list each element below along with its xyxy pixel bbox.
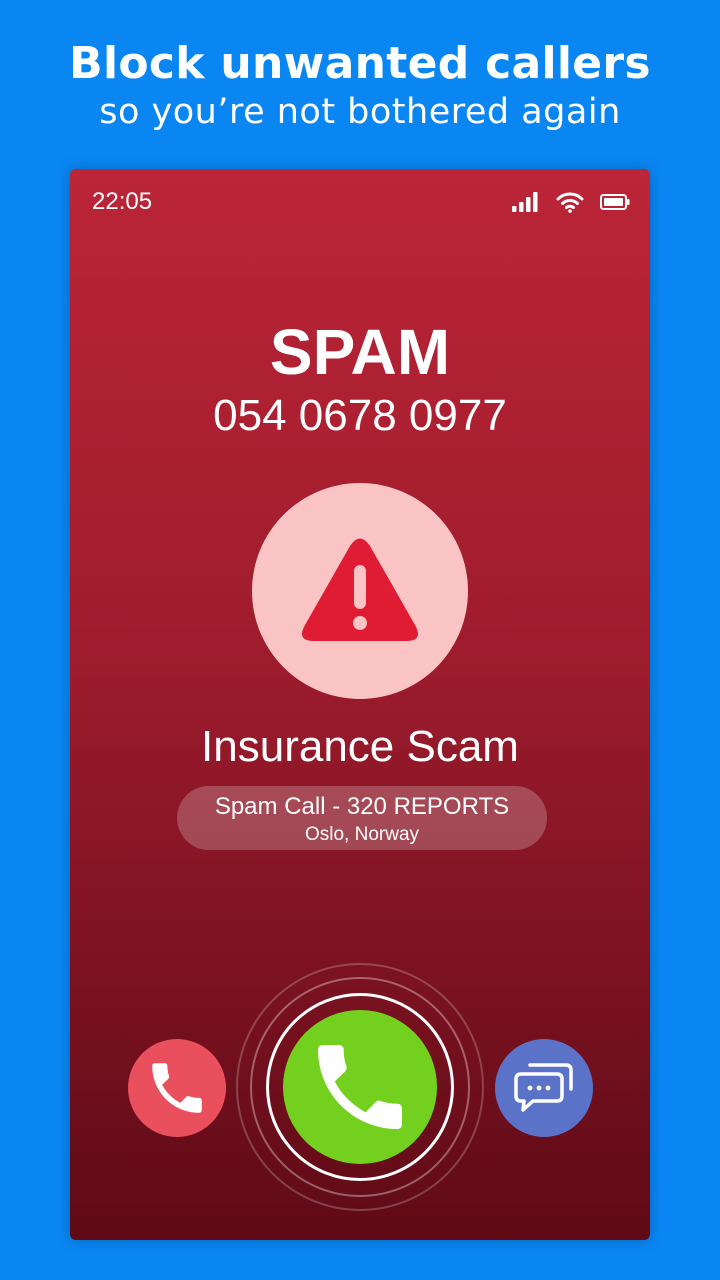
caller-title: SPAM xyxy=(269,316,451,388)
battery-icon xyxy=(600,194,630,210)
status-icons xyxy=(512,191,630,213)
phone-icon xyxy=(152,1063,202,1113)
decline-button[interactable] xyxy=(128,1039,226,1137)
warning-triangle-icon xyxy=(302,538,418,641)
phone-screen: 22:05 SPAM 054 0678 0977 Insurance Scam xyxy=(70,169,650,1240)
caller-number: 054 0678 0977 xyxy=(213,391,507,440)
answer-button[interactable] xyxy=(283,1010,437,1164)
caller-location: Oslo, Norway xyxy=(304,824,420,845)
report-badge: Spam Call - 320 REPORTS Oslo, Norway xyxy=(177,786,547,850)
promo-headline: Block unwanted callers xyxy=(69,38,651,89)
signal-icon xyxy=(512,192,538,212)
phone-icon xyxy=(318,1045,402,1129)
message-button[interactable] xyxy=(495,1039,593,1137)
report-count: Spam Call - 320 REPORTS xyxy=(214,793,510,820)
warning-badge xyxy=(252,483,468,699)
wifi-icon xyxy=(556,192,584,213)
spam-category: Insurance Scam xyxy=(201,722,519,771)
status-time: 22:05 xyxy=(92,188,153,215)
promo-subline: so you’re not bothered again xyxy=(99,92,621,132)
chat-bubbles-icon xyxy=(514,1063,573,1112)
